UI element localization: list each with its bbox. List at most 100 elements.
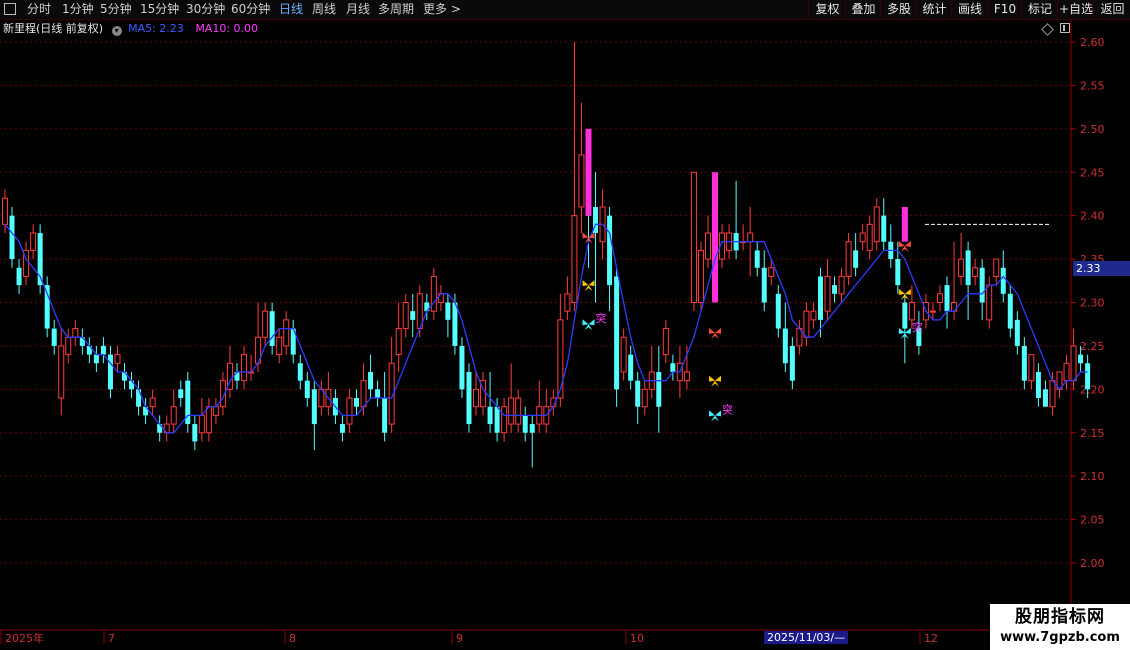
period-tab-3[interactable]: 15分钟 (140, 1, 179, 18)
period-tab-9[interactable]: 多周期 (378, 1, 414, 18)
signal-marker-red-3 (709, 327, 722, 339)
candle-body-27 (192, 424, 198, 442)
window-icon[interactable] (4, 3, 16, 15)
candle-body-52 (368, 371, 374, 390)
signal-marker-cyan-2: 突 (582, 311, 606, 331)
toolbar-button-0[interactable]: 复权 (808, 0, 846, 19)
candle-body-70 (494, 406, 500, 433)
signal-wing-left-4 (709, 375, 716, 382)
candle-body-7 (51, 328, 57, 346)
candle-body-121 (853, 250, 859, 268)
candle-body-24 (170, 406, 177, 425)
candle-body-0 (2, 197, 8, 225)
signal-wing-right-7 (904, 288, 911, 295)
y-tick-label-7: 2.25 (1080, 340, 1105, 353)
price-chart[interactable]: 2.602.552.502.452.402.352.302.252.202.15… (0, 0, 1130, 650)
candle-body-69 (487, 406, 493, 425)
candle-body-144 (1014, 319, 1020, 346)
candlestick-series (2, 42, 1091, 468)
candle-body-140 (986, 284, 993, 321)
period-tab-8[interactable]: 月线 (346, 1, 370, 18)
signal-label-5: 突 (722, 402, 733, 416)
candle-body-49 (346, 397, 353, 425)
toolbar-button-7[interactable]: +自选 (1057, 0, 1094, 19)
candle-body-128 (902, 302, 908, 329)
candle-body-89 (628, 354, 634, 381)
signal-tail-4 (711, 380, 720, 387)
candle-body-64 (452, 302, 458, 346)
candle-body-86 (607, 215, 613, 286)
candle-body-9 (65, 336, 72, 356)
candle-body-37 (262, 310, 269, 338)
period-tab-2[interactable]: 5分钟 (100, 1, 132, 18)
candle-body-34 (241, 354, 248, 382)
candle-body-129 (908, 302, 915, 321)
period-tab-10[interactable]: 更多 > (423, 1, 461, 18)
candle-body-87 (614, 276, 620, 390)
candle-body-16 (114, 354, 121, 364)
candle-body-48 (339, 424, 345, 433)
candle-body-39 (276, 336, 283, 356)
candle-body-57 (402, 302, 409, 330)
period-tab-0[interactable]: 分时 (27, 1, 51, 18)
candle-body-66 (466, 371, 472, 425)
period-toolbar: 分时 1分钟 5分钟 15分钟 30分钟 60分钟 日线 周线 月线 多周期 更多 > 复权 叠加 多股统… (0, 0, 1130, 20)
candle-body-44 (311, 389, 317, 425)
candle-body-133 (936, 293, 943, 304)
candle-body-72 (508, 397, 515, 425)
period-tab-4[interactable]: 30分钟 (186, 1, 225, 18)
x-tick-label-1: 7 (108, 632, 115, 645)
signal-wing-right-3 (715, 327, 722, 334)
candle-body-75 (529, 424, 535, 433)
period-tab-1[interactable]: 1分钟 (62, 1, 94, 18)
candle-body-40 (283, 319, 290, 347)
signal-tail-6 (900, 246, 909, 253)
signal-wing-left-5 (709, 410, 716, 417)
x-tick-label-2: 8 (289, 632, 296, 645)
candle-body-42 (297, 363, 303, 381)
toolbar-button-1[interactable]: 叠加 (845, 0, 881, 19)
candle-body-120 (845, 241, 852, 277)
toolbar-button-5[interactable]: F10 (987, 0, 1022, 19)
highlight-bar-0 (585, 128, 592, 216)
candle-body-61 (430, 275, 437, 312)
panel-layout-icon[interactable] (1060, 23, 1070, 33)
period-tab-7[interactable]: 周线 (312, 1, 336, 18)
candle-body-100 (705, 232, 711, 260)
candle-body-116 (817, 276, 823, 320)
candle-body-115 (810, 310, 817, 321)
candle-body-51 (360, 380, 367, 408)
period-tab-5[interactable]: 60分钟 (231, 1, 270, 18)
candle-body-136 (958, 258, 965, 277)
candle-body-25 (178, 389, 184, 399)
candle-body-81 (571, 215, 578, 304)
y-tick-label-8: 2.20 (1080, 383, 1105, 396)
period-tab-6[interactable]: 日线 (279, 1, 303, 18)
candle-body-10 (72, 328, 79, 338)
signal-markers: 突突突 (582, 232, 923, 422)
last-price-tag: 2.33 (1073, 261, 1130, 276)
candle-body-54 (382, 398, 388, 433)
toolbar-button-2[interactable]: 多股 (880, 0, 917, 19)
candle-body-98 (690, 171, 697, 303)
y-tick-label-0: 2.60 (1080, 36, 1105, 49)
candle-body-148 (1042, 389, 1048, 407)
toolbar-button-4[interactable]: 画线 (951, 0, 988, 19)
candle-body-94 (662, 328, 669, 356)
y-tick-label-1: 2.55 (1080, 79, 1105, 92)
ma5-value: MA5: 2.23 (128, 22, 184, 35)
candle-body-143 (1007, 293, 1013, 329)
toolbar-button-8[interactable]: 返回 (1093, 0, 1130, 19)
candle-body-38 (269, 311, 275, 346)
indicator-toggle-icon[interactable]: ▾ (111, 26, 122, 36)
candle-body-142 (1000, 267, 1006, 294)
date-axis: 2025年 7 8 9 10 12 (0, 629, 1130, 645)
candle-body-15 (107, 354, 113, 390)
candle-body-127 (895, 259, 901, 286)
toolbar-button-3[interactable]: 统计 (916, 0, 952, 19)
candle-body-58 (410, 311, 416, 320)
y-tick-label-9: 2.15 (1080, 427, 1105, 440)
signal-wing-right-6 (904, 241, 911, 248)
candle-body-117 (824, 275, 831, 312)
toolbar-button-6[interactable]: 标记 (1021, 0, 1058, 19)
